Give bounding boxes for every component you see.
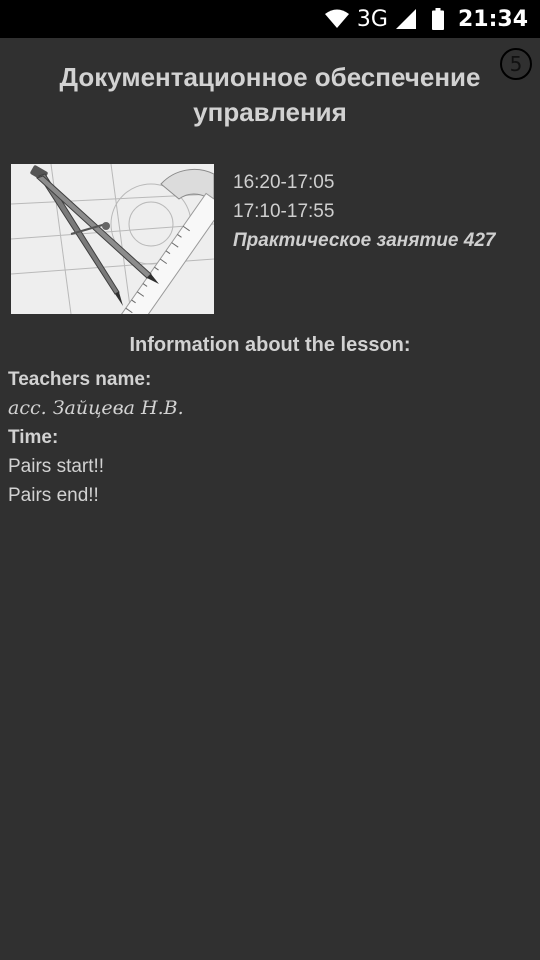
lesson-title: Документационное обеспечение управления (59, 62, 481, 127)
time-label: Time: (8, 427, 59, 448)
lesson-times: 16:20-17:05 17:10-17:55 Практическое зан… (233, 168, 495, 255)
drafting-compass-illustration (11, 164, 214, 314)
status-icons: 3G 21:34 (324, 0, 528, 38)
first-time-range: 16:20-17:05 (233, 172, 335, 193)
lesson-image (11, 164, 214, 314)
lesson-type-room: Практическое занятие 427 (233, 230, 496, 251)
teacher-label: Teachers name: (8, 369, 152, 390)
lesson-detail-screen: 5 Документационное обеспечение управлени… (0, 38, 540, 960)
pairs-end-text: Pairs end!! (8, 485, 99, 506)
battery-icon (431, 8, 444, 30)
signal-icon (395, 9, 416, 29)
teacher-name: асс. Зайцева Н.В. (8, 397, 184, 419)
status-clock: 21:34 (457, 6, 528, 32)
wifi-icon (324, 9, 349, 29)
info-heading: Information about the lesson: (129, 334, 411, 356)
pairs-start-text: Pairs start!! (8, 456, 105, 477)
second-time-range: 17:10-17:55 (233, 201, 335, 222)
network-type-label: 3G (356, 6, 388, 32)
lesson-info: Teachers name: асс. Зайцева Н.В. Time: P… (8, 365, 184, 510)
status-bar: 3G 21:34 (0, 0, 540, 38)
